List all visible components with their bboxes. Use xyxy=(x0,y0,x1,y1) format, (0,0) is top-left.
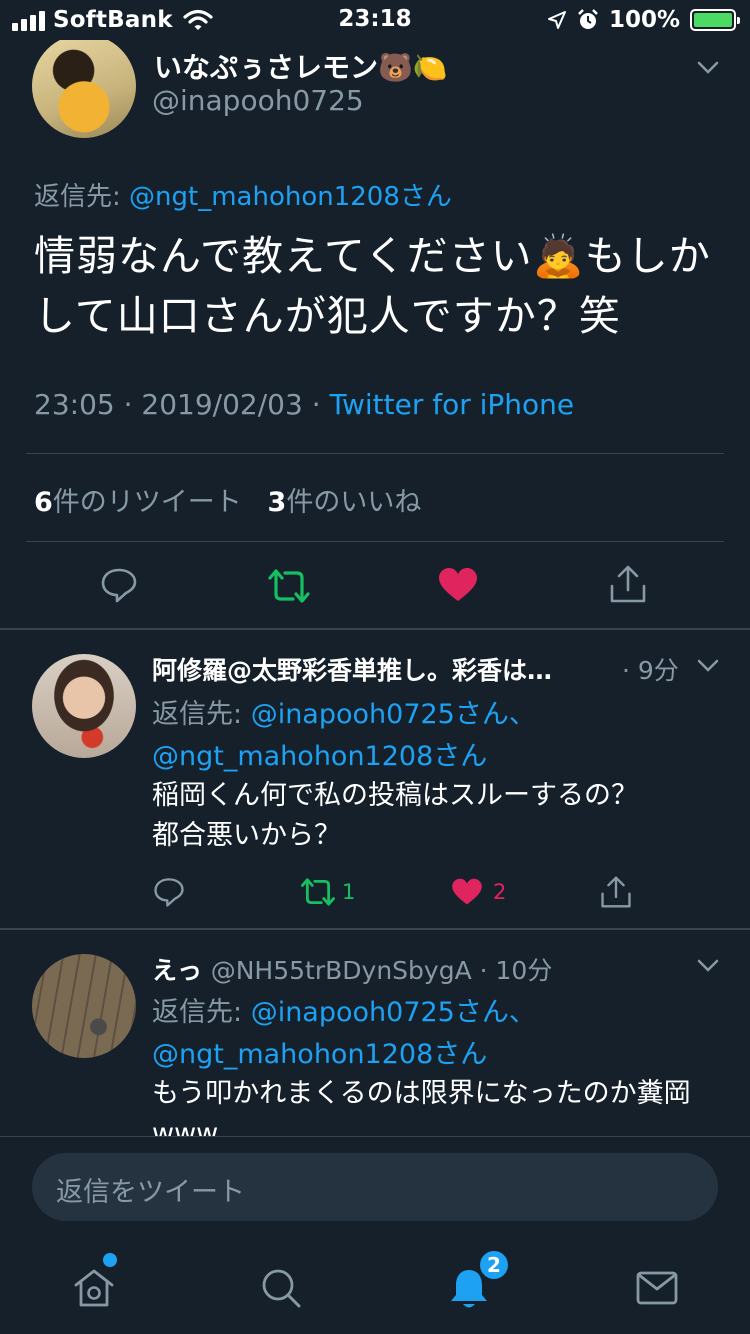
home-icon xyxy=(74,1269,114,1307)
like-count-label: 件のいいね xyxy=(286,487,422,518)
retweet-icon xyxy=(301,878,335,906)
status-bar: SoftBank 23:18 100% xyxy=(0,0,750,40)
reply-author-name[interactable]: えっ xyxy=(152,956,202,985)
like-button[interactable] xyxy=(438,567,478,603)
reply-composer[interactable]: 返信をツイート xyxy=(32,1153,718,1221)
tweet-meta: 23:05 · 2019/02/03 · Twitter for iPhone xyxy=(34,388,575,421)
reply-icon xyxy=(154,878,184,907)
divider xyxy=(26,541,724,542)
reply-text-line: もう叩かれまくるのは限界になったのか糞岡 xyxy=(152,1078,691,1109)
bottom-bar: 返信をツイート xyxy=(0,1136,750,1334)
retweet-icon xyxy=(268,569,310,603)
retweet-button[interactable]: 1 xyxy=(300,877,355,907)
battery-icon xyxy=(690,9,740,31)
like-button[interactable]: 2 xyxy=(451,878,506,906)
reply-avatar[interactable] xyxy=(32,954,136,1058)
retweet-count-label: 件のリツイート xyxy=(52,487,242,518)
tweet-time: 23:05 xyxy=(34,388,115,421)
reply-time: 10分 xyxy=(495,956,553,985)
like-count-link[interactable]: 3件のいいね xyxy=(268,487,422,518)
tweet-separator xyxy=(0,928,750,930)
retweet-button[interactable] xyxy=(267,568,311,604)
chevron-down-icon[interactable] xyxy=(697,659,719,673)
like-count: 3 xyxy=(267,487,287,518)
share-icon xyxy=(601,876,631,908)
tab-messages[interactable] xyxy=(636,1270,678,1310)
reply-prefix: 返信先: xyxy=(34,182,130,212)
messages-icon xyxy=(636,1271,678,1305)
reply-to-mention[interactable]: @ngt_mahohon1208さん xyxy=(152,1039,487,1070)
reply-avatar[interactable] xyxy=(32,654,136,758)
like-count: 2 xyxy=(493,880,507,904)
reply-to-mention[interactable]: @ngt_mahohon1208さん xyxy=(152,741,487,772)
tweet-separator xyxy=(0,628,750,630)
reply-icon xyxy=(101,568,137,603)
location-icon xyxy=(547,11,566,29)
tab-search[interactable] xyxy=(260,1267,302,1313)
tab-home[interactable] xyxy=(72,1267,116,1313)
reply-to: 返信先: @ngt_mahohon1208さん xyxy=(34,176,452,213)
author-name[interactable]: いなぷぅさレモン🐻🍋 xyxy=(154,46,448,86)
author-avatar[interactable] xyxy=(32,34,136,138)
divider xyxy=(26,453,724,454)
tweet-source[interactable]: Twitter for iPhone xyxy=(330,388,575,421)
reply-to: 返信先: @inapooh0725さん、 xyxy=(152,692,536,731)
author-handle[interactable]: @inapooh0725 xyxy=(152,84,364,117)
reply-to-continued: @ngt_mahohon1208さん xyxy=(152,734,487,773)
reply-text-line: 稲岡くん何で私の投稿はスルーするの？ xyxy=(152,780,638,811)
like-icon xyxy=(452,878,482,905)
share-button[interactable] xyxy=(609,564,647,604)
retweet-count: 1 xyxy=(342,880,356,904)
reply-to-mention[interactable]: @inapooh0725さん、 xyxy=(251,997,536,1028)
reply-to: 返信先: @inapooh0725さん、 xyxy=(152,990,536,1029)
retweet-count-link[interactable]: 6件のリツイート xyxy=(34,487,242,518)
search-icon xyxy=(262,1269,301,1308)
share-icon xyxy=(610,565,646,603)
reply-button[interactable] xyxy=(153,876,185,908)
reply-prefix: 返信先: xyxy=(152,997,251,1028)
chevron-down-icon[interactable] xyxy=(697,959,719,973)
reply-to-mention[interactable]: @inapooh0725さん、 xyxy=(251,699,536,730)
battery-percent: 100% xyxy=(608,7,680,33)
reply-button[interactable] xyxy=(100,566,138,604)
reply-time: · 9分 xyxy=(622,656,679,685)
reply-prefix: 返信先: xyxy=(152,699,251,730)
like-icon xyxy=(439,568,477,601)
reply-author-name[interactable]: 阿修羅@太野彩香単推し。彩香は… xyxy=(152,651,552,687)
chevron-down-icon[interactable] xyxy=(697,61,719,75)
engagement-counts: 6件のリツイート 3件のいいね xyxy=(34,480,421,519)
alarm-icon xyxy=(578,9,598,29)
reply-to-continued: @ngt_mahohon1208さん xyxy=(152,1032,487,1071)
share-button[interactable] xyxy=(600,875,632,909)
notifications-badge: 2 xyxy=(478,1249,510,1281)
composer-placeholder: 返信をツイート xyxy=(56,1177,245,1208)
home-unread-dot xyxy=(103,1253,117,1267)
reply-author-handle[interactable]: @NH55trBDynSbygA xyxy=(211,956,472,985)
retweet-count: 6 xyxy=(34,487,53,518)
tweet-date: 2019/02/03 xyxy=(141,388,303,421)
reply-author-line: えっ @NH55trBDynSbygA · 10分 xyxy=(152,956,553,985)
tweet-text: 情弱なんで教えてください🙇もしかして山口さんが犯人ですか？笑 xyxy=(34,232,711,340)
reply-text: 稲岡くん何で私の投稿はスルーするの？ 都合悪いから？ xyxy=(152,776,732,856)
reply-text-line: 都合悪いから？ xyxy=(152,820,341,851)
reply-to-mention[interactable]: @ngt_mahohon1208さん xyxy=(129,182,452,212)
